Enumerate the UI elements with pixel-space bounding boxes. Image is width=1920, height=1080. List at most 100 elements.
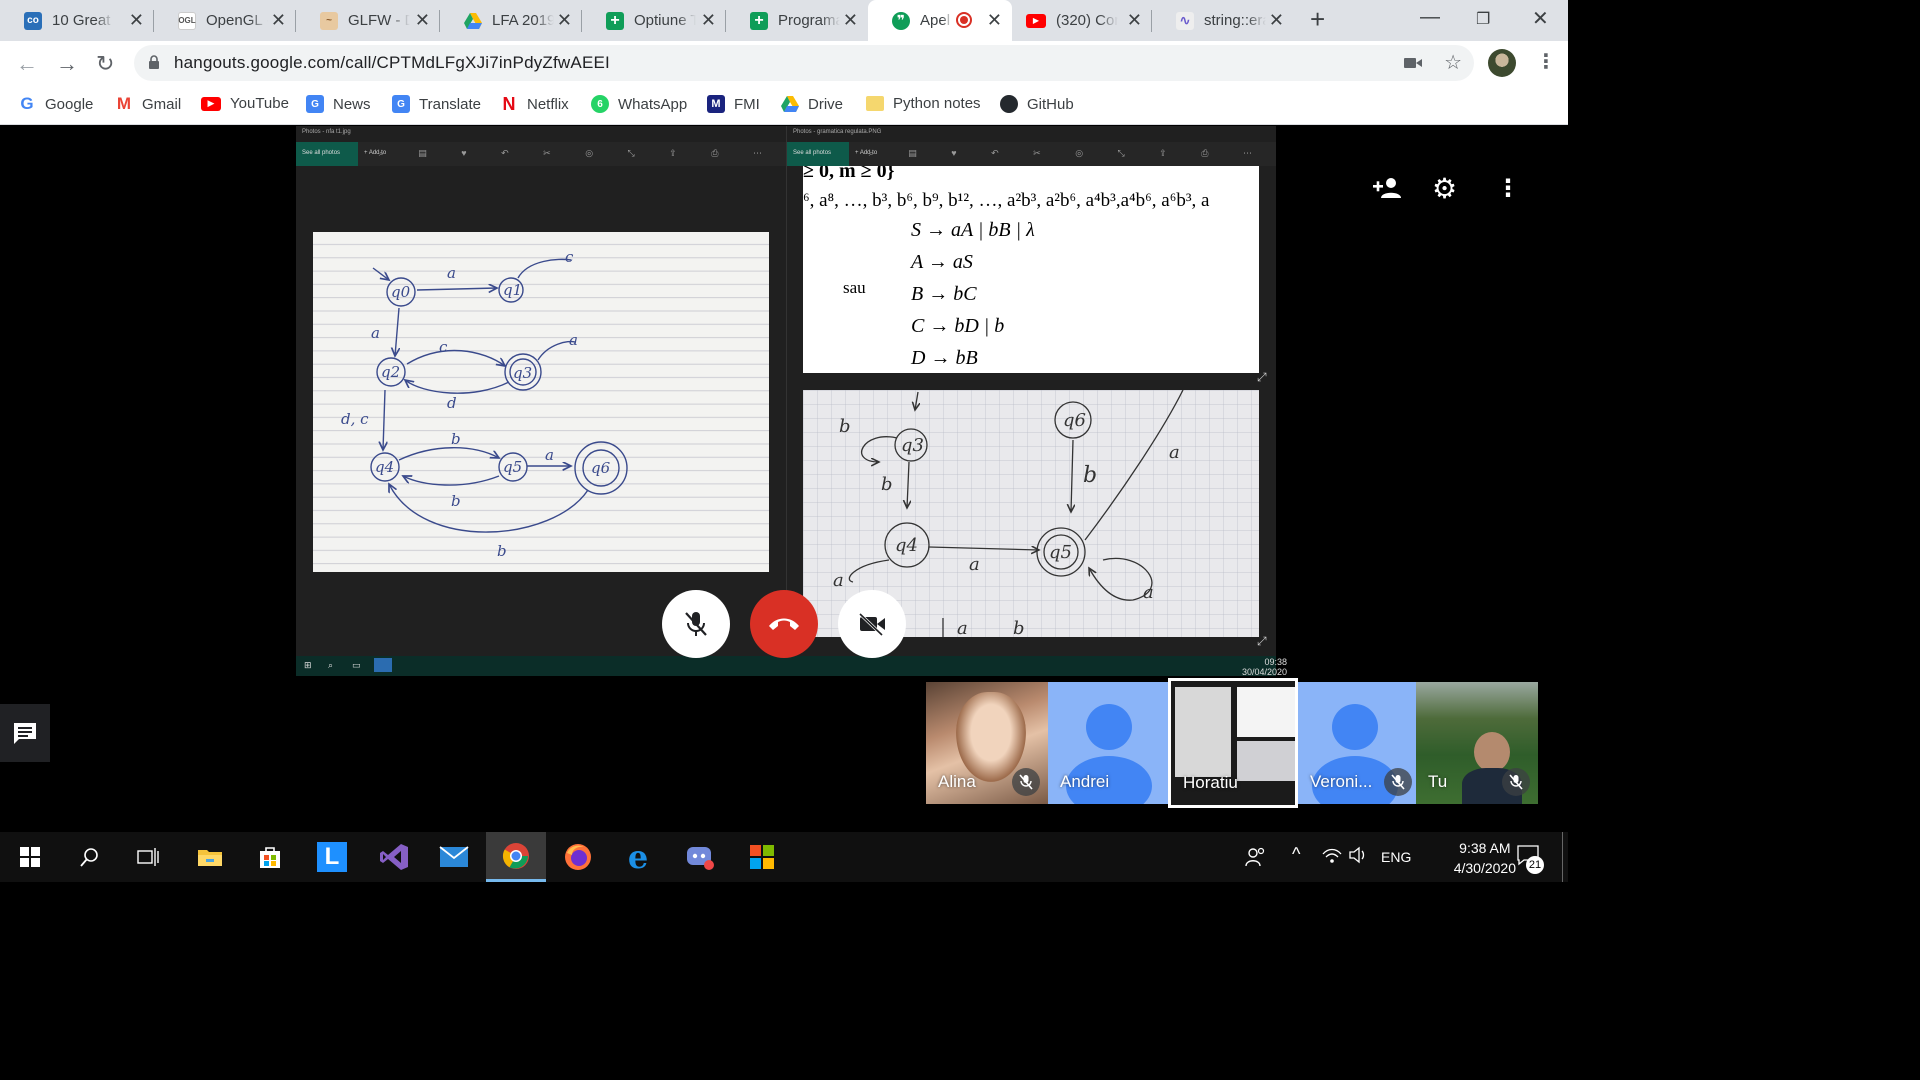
- close-tab-icon[interactable]: ✕: [987, 11, 1002, 29]
- volume-icon[interactable]: [1348, 846, 1368, 869]
- remote-photos-icon: [374, 658, 392, 672]
- participant-name: Horatiu: [1183, 773, 1238, 792]
- bookmark-python-notes[interactable]: Python notes: [866, 95, 981, 112]
- state-q2-label: q2: [381, 363, 400, 381]
- back-button[interactable]: ←: [16, 51, 38, 77]
- chat-button[interactable]: [0, 704, 50, 762]
- discord-button[interactable]: [670, 832, 730, 882]
- google-drive-icon: [464, 12, 482, 30]
- system-clock[interactable]: 9:38 AM 4/30/2020: [1454, 838, 1516, 878]
- tab-optiune[interactable]: + Optiune T ✕: [582, 0, 726, 41]
- wifi-icon[interactable]: [1322, 846, 1342, 869]
- end-call-button[interactable]: [750, 590, 818, 658]
- mail-button[interactable]: [424, 832, 484, 882]
- participant-tile-alina[interactable]: Alina: [926, 682, 1048, 804]
- file-explorer-button[interactable]: [180, 832, 240, 882]
- tab-coursera[interactable]: co 10 Great P ✕: [0, 0, 154, 41]
- office-app-button[interactable]: [732, 832, 792, 882]
- tab-title: (320) Con: [1056, 12, 1118, 29]
- bookmark-youtube[interactable]: ▶ YouTube: [201, 95, 289, 112]
- reload-button[interactable]: ↻: [96, 51, 114, 77]
- more-options-button[interactable]: ⋮: [1496, 176, 1520, 202]
- bookmark-label: Gmail: [142, 95, 182, 113]
- address-bar[interactable]: hangouts.google.com/call/CPTMdLFgXJi7inP…: [134, 45, 1474, 81]
- close-tab-icon[interactable]: ✕: [271, 11, 286, 29]
- input-language-indicator[interactable]: ENG: [1381, 849, 1411, 865]
- forward-button[interactable]: →: [56, 51, 78, 77]
- close-tab-icon[interactable]: ✕: [1269, 11, 1284, 29]
- screen-thumbnail-left: [1175, 687, 1231, 777]
- close-tab-icon[interactable]: ✕: [843, 11, 858, 29]
- edge-label: c: [565, 248, 574, 266]
- show-desktop-button[interactable]: [1562, 832, 1563, 882]
- see-all-photos-button[interactable]: See all photos: [296, 142, 358, 166]
- visual-studio-button[interactable]: [364, 832, 424, 882]
- close-tab-icon[interactable]: ✕: [557, 11, 572, 29]
- tab-lfa-2019[interactable]: LFA 2019 ✕: [440, 0, 582, 41]
- close-tab-icon[interactable]: ✕: [129, 11, 144, 29]
- tab-title: Apel v: [920, 12, 952, 29]
- profile-avatar[interactable]: [1488, 49, 1516, 77]
- start-button[interactable]: [0, 832, 60, 882]
- new-tab-button[interactable]: +: [1310, 4, 1325, 35]
- browser-menu-icon[interactable]: ⋮: [1536, 49, 1556, 74]
- tab-hangouts-call[interactable]: ❞ Apel v ✕: [868, 0, 1012, 41]
- bookmark-translate[interactable]: G Translate: [392, 95, 481, 113]
- close-tab-icon[interactable]: ✕: [1127, 11, 1142, 29]
- show-hidden-icons-chevron-icon[interactable]: ^: [1292, 844, 1300, 865]
- bookmark-github[interactable]: GitHub: [1000, 95, 1074, 113]
- people-icon[interactable]: [1244, 846, 1266, 873]
- expand-icon[interactable]: ⤢: [1257, 370, 1267, 385]
- search-button[interactable]: [60, 832, 120, 882]
- bookmark-gmail[interactable]: M Gmail: [115, 94, 182, 113]
- edge-button[interactable]: e: [608, 832, 668, 882]
- google-drive-icon: [781, 95, 799, 113]
- camera-icon[interactable]: [1404, 57, 1422, 69]
- grammar-rule: B → bC: [911, 283, 977, 305]
- tab-cppreference[interactable]: ∿ string::era ✕: [1152, 0, 1294, 41]
- bookmark-label: Google: [45, 95, 94, 113]
- participant-tile-veronica[interactable]: Veroni...: [1298, 682, 1420, 804]
- bookmark-news[interactable]: G News: [306, 95, 371, 113]
- participant-tile-andrei[interactable]: Andrei: [1048, 682, 1170, 804]
- camera-toggle-button[interactable]: [838, 590, 906, 658]
- expand-icon[interactable]: ⤢: [1257, 634, 1267, 649]
- close-window-icon[interactable]: ✕: [1532, 6, 1549, 31]
- google-icon: G: [20, 94, 34, 113]
- bookmark-drive[interactable]: Drive: [781, 95, 843, 113]
- chrome-button[interactable]: [486, 832, 546, 882]
- bookmark-star-icon[interactable]: ☆: [1444, 50, 1462, 75]
- bookmark-whatsapp[interactable]: 6 WhatsApp: [591, 95, 687, 113]
- bookmark-netflix[interactable]: N Netflix: [500, 94, 569, 114]
- app-l-button[interactable]: L: [302, 832, 362, 882]
- hangouts-icon: ❞: [892, 11, 910, 30]
- action-center-button[interactable]: 21: [1516, 844, 1544, 874]
- mail-icon: [439, 846, 469, 867]
- see-all-photos-button[interactable]: See all photos: [787, 142, 849, 166]
- participant-tile-horatiu[interactable]: Horatiu: [1168, 678, 1298, 808]
- mute-microphone-button[interactable]: [662, 590, 730, 658]
- remote-taskbar: ⊞ ⌕ ▭ 09:38 30/04/2020: [296, 656, 1287, 677]
- tab-opengl[interactable]: OGL OpenGL - ✕: [154, 0, 296, 41]
- bookmark-google[interactable]: G Google: [18, 94, 94, 113]
- tab-youtube[interactable]: ▶ (320) Con ✕: [1012, 0, 1152, 41]
- remote-date: 30/04/2020: [1242, 667, 1288, 677]
- google-sheets-icon: +: [750, 11, 768, 30]
- firefox-button[interactable]: [548, 832, 608, 882]
- microsoft-store-button[interactable]: [240, 832, 300, 882]
- bookmark-fmi[interactable]: M FMI: [707, 95, 760, 113]
- tab-glfw[interactable]: ~ GLFW - D ✕: [296, 0, 440, 41]
- settings-button[interactable]: ⚙: [1432, 173, 1458, 204]
- restore-window-icon[interactable]: ❐: [1476, 9, 1490, 29]
- close-tab-icon[interactable]: ✕: [415, 11, 430, 29]
- grammar-rule: C → bD | b: [911, 315, 1005, 337]
- participant-tile-self[interactable]: Tu: [1416, 682, 1538, 804]
- tab-programa[interactable]: + Programa ✕: [726, 0, 868, 41]
- task-view-button[interactable]: [118, 832, 178, 882]
- close-tab-icon[interactable]: ✕: [701, 11, 716, 29]
- gear-icon: ⚙: [1432, 173, 1458, 204]
- minimize-window-icon[interactable]: —: [1420, 6, 1440, 29]
- google-translate-icon: G: [392, 95, 410, 113]
- screen-thumbnail-right: [1237, 687, 1295, 737]
- add-person-button[interactable]: [1372, 176, 1402, 205]
